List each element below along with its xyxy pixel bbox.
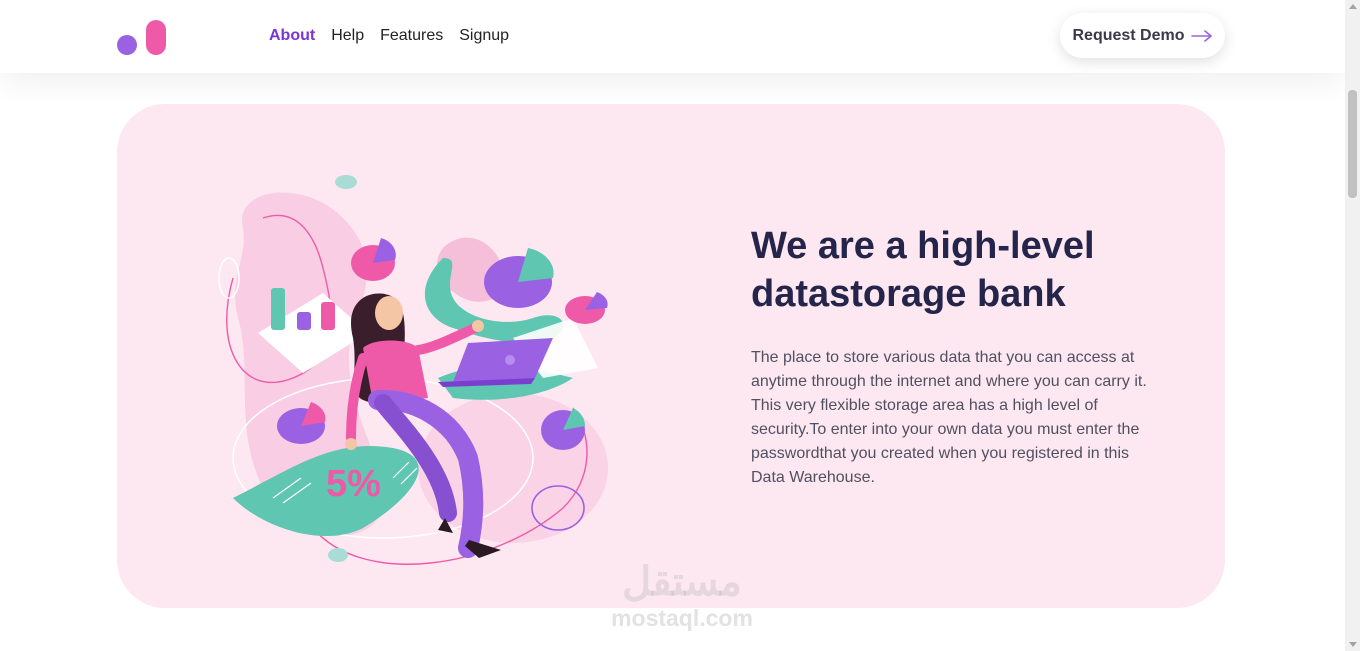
- scrollbar-thumb[interactable]: [1348, 90, 1357, 198]
- watermark-latin: mostaql.com: [611, 605, 753, 631]
- hero-description: The place to store various data that you…: [751, 349, 1147, 486]
- main-nav: About Help Features Signup: [269, 26, 509, 45]
- arrow-right-icon: [1190, 29, 1212, 42]
- woman-data-illustration: 5%: [218, 175, 608, 565]
- request-demo-button[interactable]: Request Demo: [1060, 13, 1225, 58]
- vertical-scrollbar[interactable]: [1345, 0, 1360, 651]
- nav-signup[interactable]: Signup: [459, 26, 509, 45]
- logo-dot: [117, 35, 137, 55]
- mostaql-watermark: مستقل mostaql.com: [597, 560, 767, 640]
- illustration-percent-label: 5%: [326, 463, 381, 505]
- request-demo-label: Request Demo: [1072, 26, 1185, 44]
- nav-help[interactable]: Help: [331, 26, 364, 45]
- site-header: About Help Features Signup Request Demo: [0, 0, 1345, 73]
- page: About Help Features Signup Request Demo: [0, 0, 1345, 651]
- scroll-down-arrow-icon[interactable]: [1349, 642, 1357, 647]
- nav-features[interactable]: Features: [380, 26, 443, 45]
- logo[interactable]: [117, 20, 169, 56]
- logo-pill: [146, 20, 166, 55]
- hero-title: We are a high-level datastorage bank: [751, 225, 1095, 315]
- nav-about[interactable]: About: [269, 26, 315, 45]
- hero-section: 5% We are a high-level datastorage bank …: [117, 104, 1225, 608]
- watermark-arabic: مستقل: [622, 560, 742, 604]
- scroll-up-arrow-icon[interactable]: [1349, 4, 1357, 9]
